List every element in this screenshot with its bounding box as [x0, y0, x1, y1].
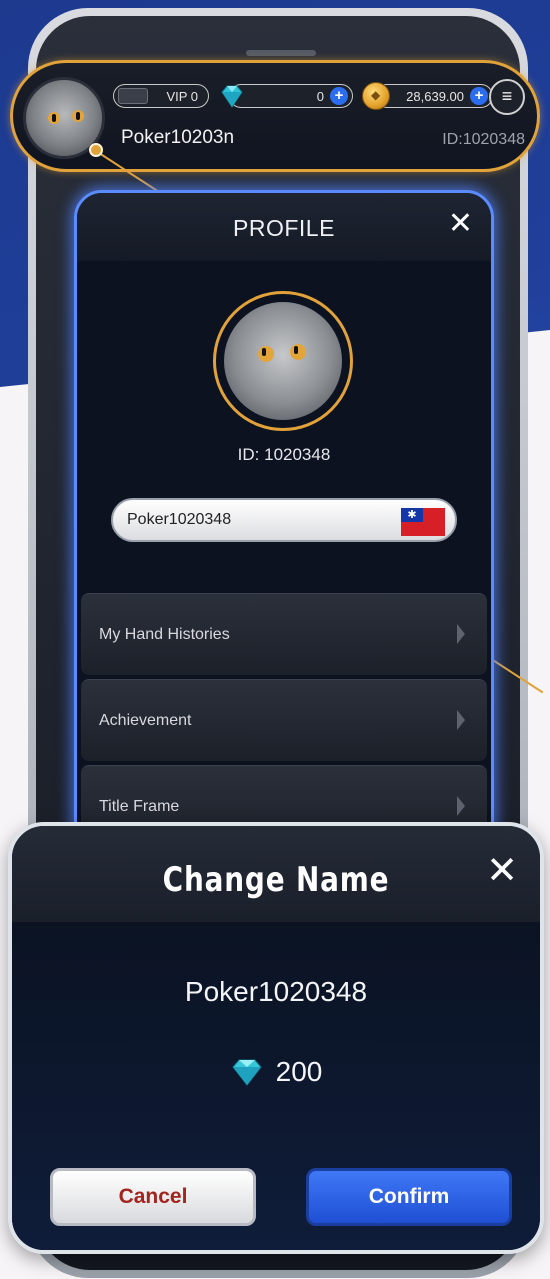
username: Poker10203n [121, 127, 235, 148]
profile-menu: My Hand Histories Achievement Title Fram… [81, 593, 487, 851]
name-field[interactable]: Poker1020348 ✱ [111, 498, 457, 542]
diamond-icon [221, 85, 243, 108]
name-field-value: Poker1020348 [127, 511, 232, 528]
flag-sun: ✱ [401, 508, 423, 522]
coin-icon [362, 82, 390, 110]
add-diamond-plus-icon[interactable]: + [330, 87, 348, 105]
menu-item-achievement[interactable]: Achievement [81, 679, 487, 761]
cat-eye [290, 344, 306, 360]
menu-item-label: Title Frame [99, 797, 180, 815]
profile-header: PROFILE ✕ [77, 193, 491, 261]
phone-speaker [246, 50, 316, 56]
dialog-header: Change Name ✕ [12, 826, 540, 922]
diamond-balance: 0 + [221, 84, 353, 108]
cost-row: 200 [12, 1056, 540, 1088]
diamond-value: 0 [316, 88, 324, 104]
profile-close-icon[interactable]: ✕ [448, 209, 473, 239]
cat-eye [48, 112, 60, 124]
confirm-button[interactable]: Confirm [306, 1168, 512, 1226]
chevron-right-icon [457, 796, 465, 816]
profile-title: PROFILE [233, 215, 335, 241]
avatar-photo [224, 302, 342, 420]
cat-eye [258, 346, 274, 362]
profile-panel: PROFILE ✕ ID: 1020348 Poker1020348 ✱ My … [74, 190, 494, 890]
vip-badge[interactable]: VIP 0 [113, 84, 209, 108]
menu-item-label: My Hand Histories [99, 625, 230, 643]
diamond-icon [231, 1059, 262, 1086]
dialog-title: Change Name [162, 860, 390, 900]
cost-value: 200 [275, 1056, 323, 1087]
dialog-close-icon[interactable]: ✕ [486, 852, 518, 890]
flag-icon[interactable]: ✱ [401, 508, 445, 536]
cat-eye [72, 110, 84, 122]
menu-item-label: Achievement [99, 711, 192, 729]
dialog-body: Poker1020348 200 Cancel Confirm [12, 922, 540, 1250]
menu-item-hand-histories[interactable]: My Hand Histories [81, 593, 487, 675]
pointer-dot [89, 143, 103, 157]
user-bar: VIP 0 0 + 28,639.00 + ≡ Poker10203n ID:1… [10, 60, 540, 172]
profile-avatar[interactable] [213, 291, 353, 431]
profile-id: ID: 1020348 [237, 445, 331, 464]
new-name: Poker1020348 [184, 976, 368, 1007]
user-id: ID:1020348 [442, 131, 525, 148]
coin-balance: 28,639.00 + [362, 82, 493, 110]
vip-icon [118, 88, 148, 104]
currency-row: VIP 0 0 + 28,639.00 + [113, 82, 493, 110]
chevron-right-icon [457, 624, 465, 644]
vip-label: VIP 0 [166, 88, 198, 104]
add-coin-plus-icon[interactable]: + [470, 87, 488, 105]
coin-value: 28,639.00 [406, 88, 464, 104]
change-name-dialog: Change Name ✕ Poker1020348 200 Cancel Co… [8, 822, 544, 1254]
chevron-right-icon [457, 710, 465, 730]
cancel-button[interactable]: Cancel [50, 1168, 256, 1226]
menu-icon[interactable]: ≡ [489, 79, 525, 115]
